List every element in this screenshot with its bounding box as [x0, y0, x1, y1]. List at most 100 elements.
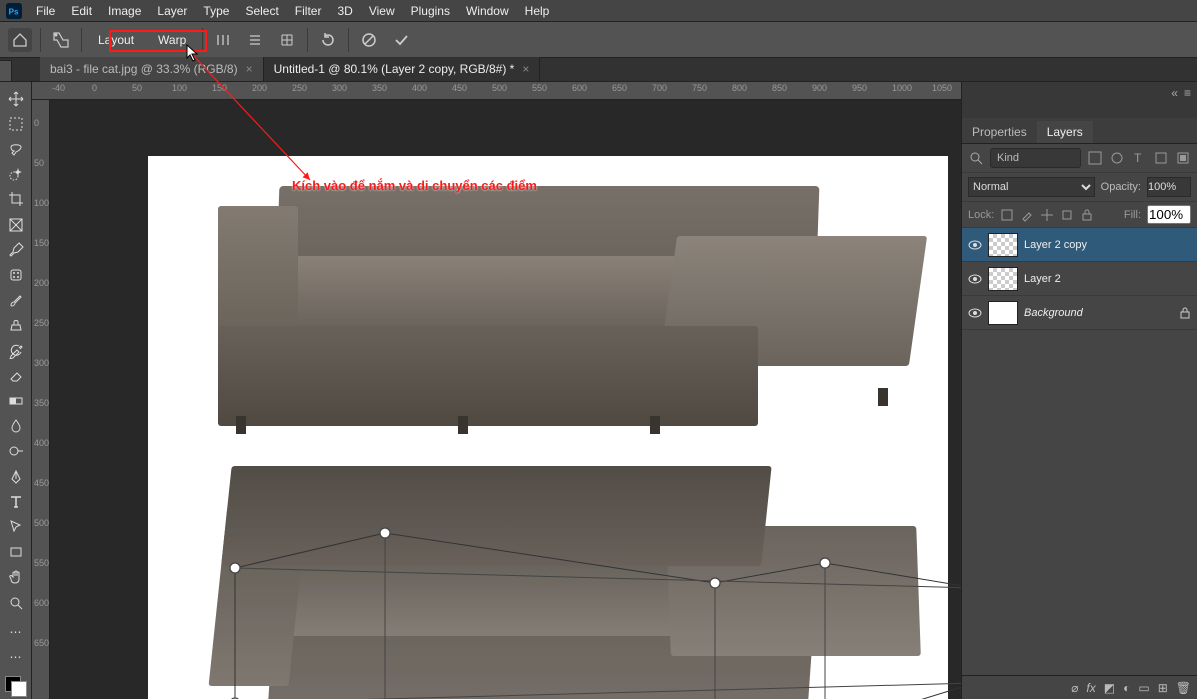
visibility-toggle-icon[interactable] — [968, 306, 982, 320]
clone-stamp-tool[interactable] — [3, 313, 29, 338]
layer-thumbnail[interactable] — [988, 233, 1018, 257]
delete-layer-icon[interactable]: 🗑 — [1176, 681, 1191, 695]
layout-button[interactable]: Layout — [90, 30, 142, 50]
properties-tab[interactable]: Properties — [962, 121, 1037, 143]
menu-select[interactable]: Select — [237, 0, 286, 22]
document-canvas[interactable] — [148, 156, 948, 699]
divider — [81, 28, 82, 52]
menu-plugins[interactable]: Plugins — [403, 0, 458, 22]
home-button[interactable] — [8, 28, 32, 52]
brush-tool[interactable] — [3, 288, 29, 313]
menu-type[interactable]: Type — [195, 0, 237, 22]
collapse-panels-icon[interactable]: « — [1171, 86, 1178, 114]
filter-adjustment-icon[interactable] — [1109, 150, 1125, 166]
eraser-tool[interactable] — [3, 363, 29, 388]
document-tab-label: Untitled-1 @ 80.1% (Layer 2 copy, RGB/8#… — [274, 62, 515, 76]
ruler-tick-label: 650 — [34, 638, 49, 648]
mesh-density-normal-icon[interactable] — [211, 28, 235, 52]
ruler-tick-label: 250 — [292, 83, 307, 93]
cancel-transform-icon[interactable] — [357, 28, 381, 52]
mesh-density-fewer-icon[interactable] — [275, 28, 299, 52]
menu-image[interactable]: Image — [100, 0, 149, 22]
gradient-tool[interactable] — [3, 388, 29, 413]
ruler-tick-label: 650 — [612, 83, 627, 93]
hand-tool[interactable] — [3, 565, 29, 590]
layers-tab[interactable]: Layers — [1037, 121, 1093, 143]
history-brush-tool[interactable] — [3, 338, 29, 363]
document-tab-inactive[interactable]: bai3 - file cat.jpg @ 33.3% (RGB/8) × — [40, 57, 264, 81]
layers-list: Layer 2 copy Layer 2 Background — [962, 228, 1197, 330]
foreground-background-color[interactable] — [3, 674, 29, 699]
menu-edit[interactable]: Edit — [63, 0, 100, 22]
path-selection-tool[interactable] — [3, 514, 29, 539]
close-tab-icon[interactable]: × — [522, 62, 529, 76]
menu-view[interactable]: View — [361, 0, 403, 22]
filter-smart-icon[interactable] — [1175, 150, 1191, 166]
close-tab-icon[interactable]: × — [246, 62, 253, 76]
visibility-toggle-icon[interactable] — [968, 272, 982, 286]
menu-window[interactable]: Window — [458, 0, 517, 22]
filter-shape-icon[interactable] — [1153, 150, 1169, 166]
rectangle-tool[interactable] — [3, 540, 29, 565]
crop-tool[interactable] — [3, 187, 29, 212]
filter-pixel-icon[interactable] — [1087, 150, 1103, 166]
visibility-toggle-icon[interactable] — [968, 238, 982, 252]
blend-mode-dropdown[interactable]: Normal — [968, 177, 1095, 197]
quick-selection-tool[interactable] — [3, 162, 29, 187]
opacity-input[interactable] — [1147, 177, 1191, 197]
layer-thumbnail[interactable] — [988, 267, 1018, 291]
reset-transform-icon[interactable] — [316, 28, 340, 52]
menu-layer[interactable]: Layer — [149, 0, 195, 22]
fill-input[interactable] — [1147, 205, 1191, 224]
pen-tool[interactable] — [3, 464, 29, 489]
menu-3d[interactable]: 3D — [329, 0, 360, 22]
ruler-tick-label: 150 — [34, 238, 49, 248]
link-layers-icon[interactable]: ⌀ — [1071, 681, 1078, 695]
search-icon[interactable] — [968, 150, 984, 166]
dodge-tool[interactable] — [3, 439, 29, 464]
ruler-horizontal[interactable]: -400501001502002503003504004505005506006… — [32, 82, 961, 100]
warp-button[interactable]: Warp — [150, 30, 194, 50]
menu-file[interactable]: File — [28, 0, 63, 22]
blur-tool[interactable] — [3, 414, 29, 439]
zoom-tool[interactable] — [3, 590, 29, 615]
frame-tool[interactable] — [3, 212, 29, 237]
layer-row[interactable]: Background — [962, 296, 1197, 330]
panel-menu-icon[interactable]: ≡ — [1184, 86, 1191, 114]
edit-toolbar-icon[interactable]: ⋯ — [3, 644, 29, 669]
marquee-tool[interactable] — [3, 111, 29, 136]
layer-group-icon[interactable]: ▭ — [1138, 681, 1149, 695]
lock-all-icon[interactable] — [1080, 208, 1094, 222]
type-tool[interactable] — [3, 489, 29, 514]
commit-transform-icon[interactable] — [389, 28, 413, 52]
lock-artboard-icon[interactable] — [1060, 208, 1074, 222]
layer-name[interactable]: Layer 2 copy — [1024, 239, 1191, 251]
layer-name[interactable]: Layer 2 — [1024, 273, 1191, 285]
mesh-density-more-icon[interactable] — [243, 28, 267, 52]
new-layer-icon[interactable]: ⊞ — [1158, 681, 1168, 695]
layer-mask-icon[interactable]: ◩ — [1104, 681, 1115, 695]
puppet-warp-tool-icon[interactable] — [49, 28, 73, 52]
ruler-tick-label: 550 — [34, 558, 49, 568]
filter-type-icon[interactable]: T — [1131, 150, 1147, 166]
healing-brush-tool[interactable] — [3, 262, 29, 287]
filter-kind-dropdown[interactable]: Kind — [990, 148, 1081, 168]
move-tool[interactable] — [3, 86, 29, 111]
layer-row[interactable]: Layer 2 — [962, 262, 1197, 296]
more-tools-icon[interactable]: ⋯ — [3, 619, 29, 644]
layer-thumbnail[interactable] — [988, 301, 1018, 325]
layer-name[interactable]: Background — [1024, 307, 1173, 319]
lock-transparent-icon[interactable] — [1000, 208, 1014, 222]
menu-help[interactable]: Help — [517, 0, 558, 22]
lock-pixels-icon[interactable] — [1020, 208, 1034, 222]
lasso-tool[interactable] — [3, 136, 29, 161]
adjustment-layer-icon[interactable]: ◐ — [1123, 681, 1130, 695]
ruler-vertical[interactable]: 050100150200250300350400450500550600650 — [32, 100, 50, 699]
lock-position-icon[interactable] — [1040, 208, 1054, 222]
eyedropper-tool[interactable] — [3, 237, 29, 262]
menu-filter[interactable]: Filter — [287, 0, 330, 22]
layer-style-icon[interactable]: fx — [1086, 681, 1095, 695]
layer-row[interactable]: Layer 2 copy — [962, 228, 1197, 262]
document-tab-active[interactable]: Untitled-1 @ 80.1% (Layer 2 copy, RGB/8#… — [264, 57, 541, 81]
collapse-toolbar-handle[interactable] — [0, 60, 12, 82]
